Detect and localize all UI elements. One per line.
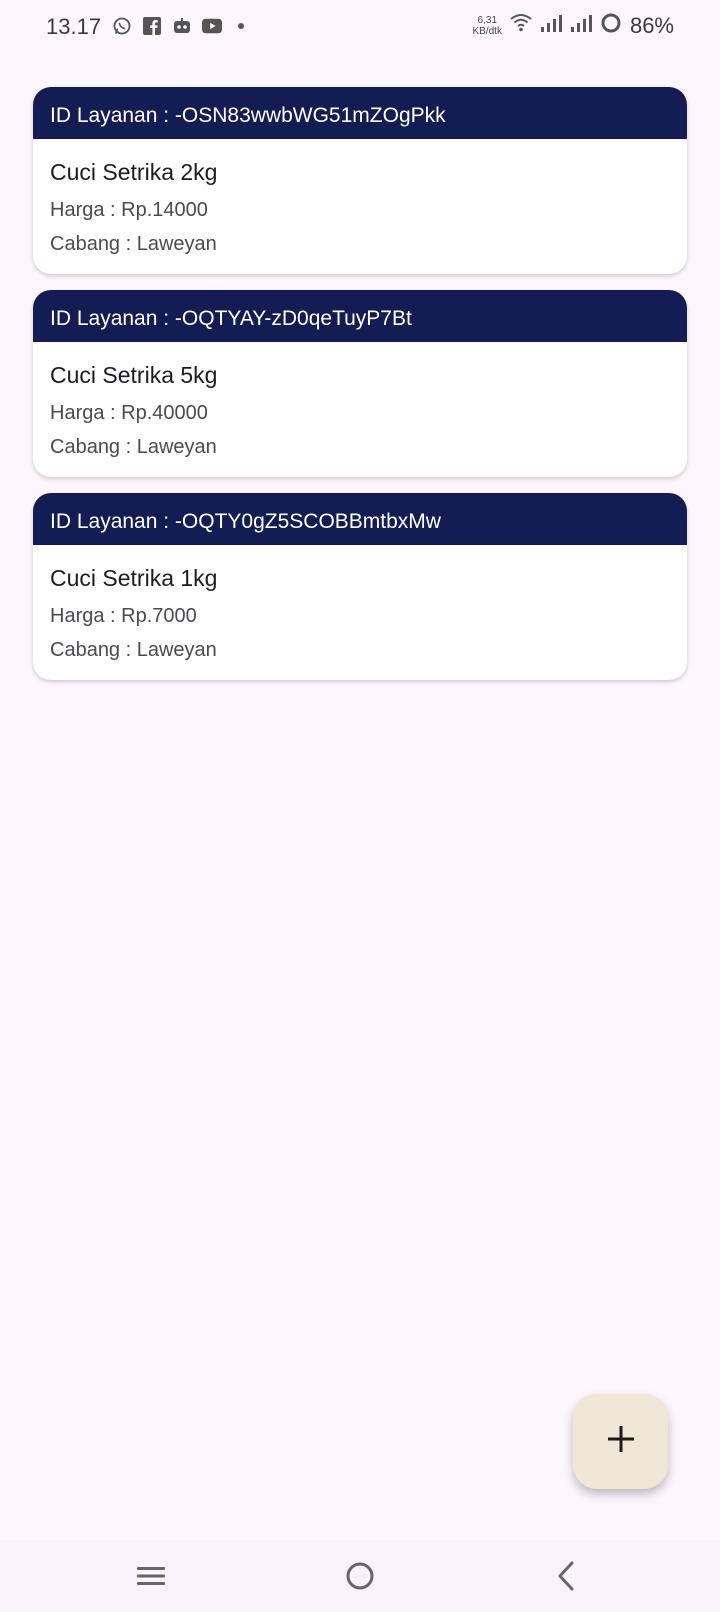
system-navigation-bar xyxy=(0,1540,720,1612)
notification-icons xyxy=(112,16,244,36)
service-price: Harga : Rp.14000 xyxy=(50,199,208,221)
system-status: 6,31 KB/dtk 86% xyxy=(472,12,674,39)
service-branch: Cabang : Laweyan xyxy=(50,233,217,255)
facebook-icon xyxy=(142,16,162,36)
battery-icon xyxy=(600,12,622,39)
recent-apps-button[interactable] xyxy=(129,1556,173,1600)
service-id: ID Layanan : -OSN83wwbWG51mZOgPkk xyxy=(33,87,687,139)
status-time: 13.17 xyxy=(46,14,102,39)
service-card[interactable]: ID Layanan : -OQTY0gZ5SCOBBmtbxMw Cuci S… xyxy=(33,493,687,680)
service-card[interactable]: ID Layanan : -OQTYAY-zD0qeTuyP7Bt Cuci S… xyxy=(33,290,687,477)
more-notifications-dot xyxy=(238,23,244,29)
service-card-body: Cuci Setrika 1kg Harga : Rp.7000 Cabang … xyxy=(33,545,687,662)
signal-icon-1 xyxy=(540,13,562,38)
home-icon xyxy=(344,1560,376,1597)
service-branch: Cabang : Laweyan xyxy=(50,639,217,661)
network-speed: 6,31 KB/dtk xyxy=(472,15,501,37)
service-id: ID Layanan : -OQTY0gZ5SCOBBmtbxMw xyxy=(33,493,687,545)
service-price: Harga : Rp.7000 xyxy=(50,605,197,627)
service-card-body: Cuci Setrika 5kg Harga : Rp.40000 Cabang… xyxy=(33,342,687,459)
home-button[interactable] xyxy=(338,1556,382,1600)
battery-percentage: 86% xyxy=(629,12,674,38)
service-list: ID Layanan : -OSN83wwbWG51mZOgPkk Cuci S… xyxy=(33,87,687,696)
service-name: Cuci Setrika 1kg xyxy=(50,565,218,591)
status-bar: 13.17 6,31 KB/dtk 86% xyxy=(0,0,720,56)
service-price: Harga : Rp.40000 xyxy=(50,402,208,424)
signal-icon-2 xyxy=(570,13,592,38)
service-branch: Cabang : Laweyan xyxy=(50,436,217,458)
service-id: ID Layanan : -OQTYAY-zD0qeTuyP7Bt xyxy=(33,290,687,342)
back-icon xyxy=(553,1560,579,1597)
whatsapp-icon xyxy=(112,16,132,36)
network-speed-value: 6,31 xyxy=(477,14,497,26)
add-service-button[interactable] xyxy=(573,1394,668,1489)
wifi-icon xyxy=(510,13,532,38)
youtube-icon xyxy=(202,16,222,36)
service-card[interactable]: ID Layanan : -OSN83wwbWG51mZOgPkk Cuci S… xyxy=(33,87,687,274)
robot-app-icon xyxy=(172,16,192,36)
back-button[interactable] xyxy=(544,1556,588,1600)
menu-icon xyxy=(135,1563,167,1594)
plus-icon xyxy=(607,1425,635,1458)
network-speed-unit: KB/dtk xyxy=(472,25,502,37)
service-name: Cuci Setrika 2kg xyxy=(50,159,218,185)
service-card-body: Cuci Setrika 2kg Harga : Rp.14000 Cabang… xyxy=(33,139,687,256)
service-name: Cuci Setrika 5kg xyxy=(50,362,218,388)
